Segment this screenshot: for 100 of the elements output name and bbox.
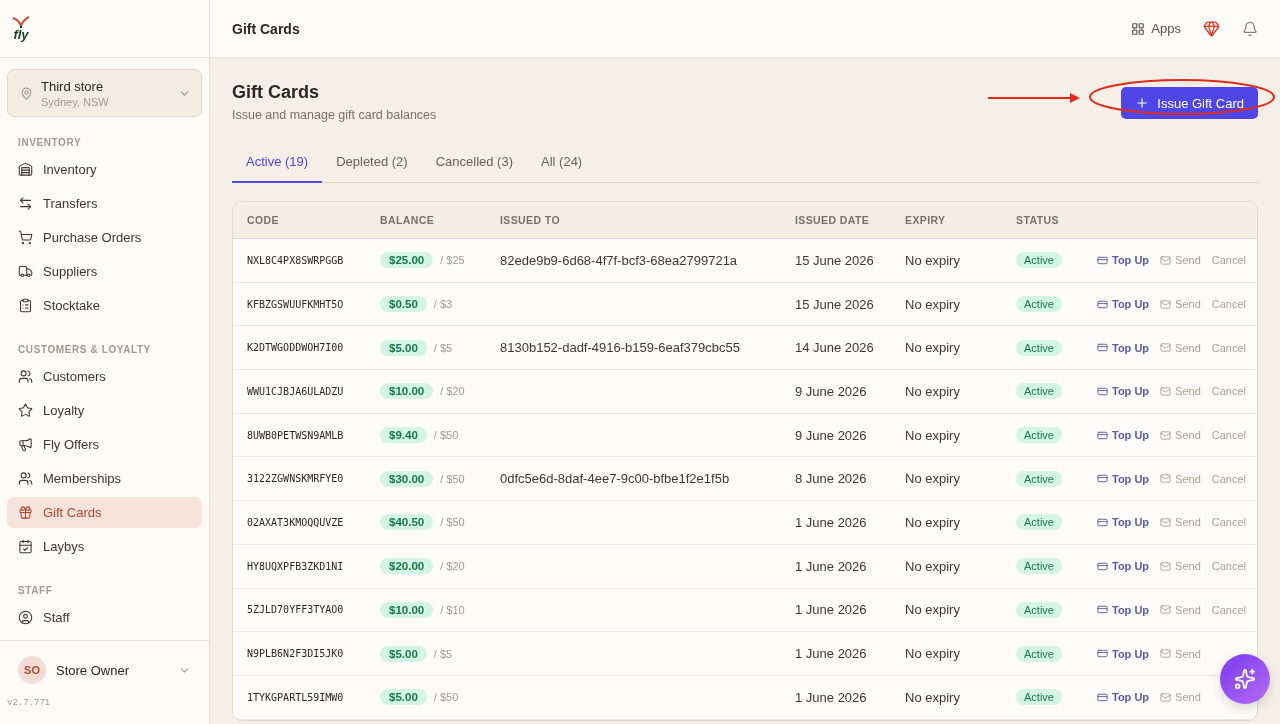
tab[interactable]: Active (19) bbox=[232, 144, 323, 183]
mail-icon bbox=[1160, 473, 1172, 485]
row-action[interactable]: Top Up bbox=[1097, 516, 1150, 529]
row-action[interactable]: Top Up bbox=[1097, 603, 1150, 616]
original-amount: / $50 bbox=[440, 516, 465, 529]
sidebar-item[interactable]: Loyalty bbox=[7, 395, 202, 426]
row-action[interactable]: Top Up bbox=[1097, 429, 1150, 442]
pin-icon bbox=[20, 86, 33, 100]
store-location: Sydney, NSW bbox=[41, 95, 110, 108]
expiry: No expiry bbox=[905, 252, 961, 268]
row-action[interactable]: Top Up bbox=[1097, 472, 1150, 485]
section-title: CUSTOMERS & LOYALTY bbox=[17, 343, 152, 357]
mail-icon bbox=[1160, 691, 1172, 703]
card-code: N9PLB6N2F3DI5JK0 bbox=[247, 648, 345, 660]
row-action[interactable]: Top Up bbox=[1097, 560, 1150, 573]
balance-pill: $5.00 bbox=[380, 339, 427, 356]
card-code: K2DTWGODDWOH7I00 bbox=[247, 342, 345, 354]
original-amount: / $10 bbox=[440, 603, 465, 616]
expiry: No expiry bbox=[905, 383, 961, 399]
row-action[interactable]: Top Up bbox=[1097, 298, 1150, 311]
store-name: Third store bbox=[41, 78, 105, 94]
topbar-title: Gift Cards bbox=[232, 20, 301, 37]
balance-pill: $30.00 bbox=[380, 470, 434, 487]
expiry: No expiry bbox=[905, 340, 961, 356]
row-action[interactable]: Top Up bbox=[1097, 691, 1150, 704]
sidebar-item[interactable]: Inventory bbox=[7, 154, 202, 185]
megaphone-icon bbox=[18, 437, 33, 452]
section-title: STAFF bbox=[17, 584, 54, 598]
status-badge: Active bbox=[1016, 427, 1062, 444]
mail-icon bbox=[1160, 560, 1172, 572]
gift-icon bbox=[18, 505, 33, 520]
row-action[interactable]: Top Up bbox=[1097, 647, 1150, 660]
mail-icon bbox=[1160, 429, 1172, 441]
sidebar-item[interactable]: Customers bbox=[7, 361, 202, 392]
card-icon bbox=[1097, 516, 1108, 528]
card-code: 1TYKGPARTL59IMW0 bbox=[247, 691, 345, 703]
balance-pill: $25.00 bbox=[380, 252, 434, 269]
apps-button[interactable]: Apps bbox=[1131, 21, 1181, 36]
issued-date: 9 June 2026 bbox=[795, 427, 868, 443]
status-badge: Active bbox=[1016, 470, 1062, 487]
original-amount: / $20 bbox=[440, 560, 465, 573]
expiry: No expiry bbox=[905, 646, 961, 662]
card-code: KFBZGSWUUFKMHT5O bbox=[247, 298, 345, 310]
clipboard-icon bbox=[18, 298, 33, 313]
expiry: No expiry bbox=[905, 558, 961, 574]
original-amount: / $5 bbox=[433, 647, 453, 660]
issued-date: 8 June 2026 bbox=[795, 471, 868, 487]
issued-to: 0dfc5e6d-8daf-4ee7-9c00-bfbe1f2e1f5b bbox=[500, 471, 731, 487]
sidebar-item[interactable]: Suppliers bbox=[7, 256, 202, 287]
balance-pill: $40.50 bbox=[380, 514, 434, 531]
card-icon bbox=[1097, 691, 1108, 703]
tab[interactable]: Cancelled (3) bbox=[421, 144, 527, 183]
expiry: No expiry bbox=[905, 602, 961, 618]
card-icon bbox=[1097, 385, 1108, 397]
row-action[interactable]: Top Up bbox=[1097, 385, 1150, 398]
sparkles-icon bbox=[1234, 668, 1256, 690]
sidebar-item[interactable]: Stocktake bbox=[7, 290, 202, 321]
row-action[interactable]: Top Up bbox=[1097, 341, 1150, 354]
mail-icon bbox=[1160, 604, 1172, 616]
original-amount: / $5 bbox=[433, 341, 453, 354]
arrows-icon bbox=[18, 196, 33, 211]
mail-icon bbox=[1160, 516, 1172, 528]
sidebar-item[interactable]: Laybys bbox=[7, 531, 202, 562]
user-name[interactable]: Store Owner bbox=[56, 662, 168, 678]
section-title: INVENTORY bbox=[17, 136, 83, 150]
sidebar-item[interactable]: Transfers bbox=[7, 188, 202, 219]
mail-icon bbox=[1160, 254, 1172, 266]
sidebar-item[interactable]: Memberships bbox=[7, 463, 202, 494]
issued-date: 14 June 2026 bbox=[795, 340, 875, 356]
original-amount: / $50 bbox=[440, 472, 465, 485]
notifications-button[interactable] bbox=[1242, 20, 1258, 37]
original-amount: / $25 bbox=[440, 254, 465, 267]
status-badge: Active bbox=[1016, 339, 1062, 356]
expiry: No expiry bbox=[905, 689, 961, 705]
sidebar-item[interactable]: Gift Cards bbox=[7, 497, 202, 528]
issue-gift-card-button[interactable]: Issue Gift Card bbox=[1121, 87, 1258, 119]
card-icon bbox=[1097, 604, 1108, 616]
sidebar-item[interactable]: Staff bbox=[7, 602, 202, 633]
issued-date: 1 June 2026 bbox=[795, 602, 868, 618]
truck-icon bbox=[18, 264, 33, 279]
store-selector[interactable]: Third store Sydney, NSW bbox=[7, 69, 202, 117]
mail-icon bbox=[1160, 342, 1172, 354]
status-badge: Active bbox=[1016, 558, 1062, 575]
sidebar-item[interactable]: Purchase Orders bbox=[7, 222, 202, 253]
column-header: EXPIRY bbox=[905, 214, 947, 226]
issued-date: 1 June 2026 bbox=[795, 646, 868, 662]
tab[interactable]: Depleted (2) bbox=[322, 144, 422, 183]
gem-button[interactable] bbox=[1203, 20, 1220, 37]
balance-pill: $5.00 bbox=[380, 689, 427, 706]
sidebar-item[interactable]: Fly Offers bbox=[7, 429, 202, 460]
original-amount: / $20 bbox=[440, 385, 465, 398]
row-action[interactable]: Top Up bbox=[1097, 254, 1150, 267]
card-code: NXL8C4PX8SWRPGGB bbox=[247, 254, 345, 266]
expiry: No expiry bbox=[905, 471, 961, 487]
issued-date: 9 June 2026 bbox=[795, 383, 868, 399]
balance-pill: $10.00 bbox=[380, 601, 434, 618]
user-avatar: SO bbox=[18, 656, 46, 684]
expiry: No expiry bbox=[905, 427, 961, 443]
status-badge: Active bbox=[1016, 601, 1062, 618]
tab[interactable]: All (24) bbox=[527, 144, 597, 183]
